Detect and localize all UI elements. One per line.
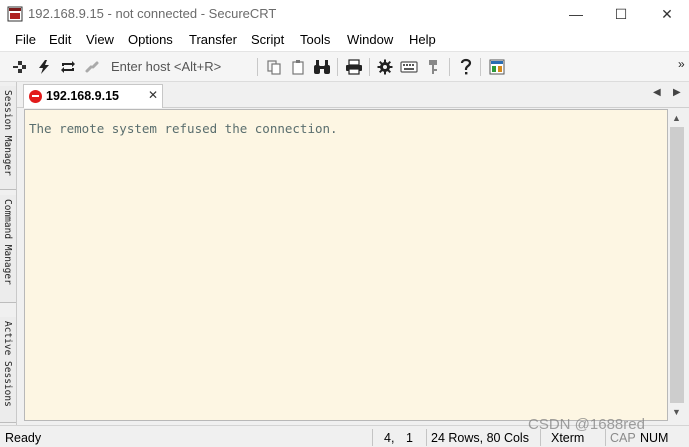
print-icon[interactable]: [344, 57, 364, 77]
quick-connect-host-input[interactable]: Enter host <Alt+R>: [111, 59, 221, 74]
maximize-button[interactable]: ☐: [598, 0, 644, 28]
help-icon[interactable]: [456, 57, 476, 77]
terminal-output-line: The remote system refused the connection…: [29, 121, 338, 136]
menu-bar: File Edit View Options Transfer Script T…: [0, 28, 689, 52]
menu-transfer[interactable]: Transfer: [189, 32, 237, 47]
toolbar: Enter host <Alt+R> »: [0, 52, 689, 82]
terminal-view[interactable]: The remote system refused the connection…: [24, 109, 668, 421]
disconnected-status-icon: [29, 90, 42, 103]
emulation-type: Xterm: [551, 431, 585, 445]
toolbar-separator: [480, 58, 481, 76]
active-sessions-tab[interactable]: Active Sessions: [0, 317, 16, 423]
reconnect-icon[interactable]: [58, 57, 78, 77]
status-ready: Ready: [5, 431, 42, 445]
tab-prev-icon[interactable]: ◀: [653, 87, 661, 98]
status-divider: [426, 429, 427, 446]
sessions-image-icon[interactable]: [487, 57, 507, 77]
session-tab-label: 192.168.9.15: [46, 89, 119, 103]
num-lock-indicator: NUM: [640, 431, 669, 445]
menu-window[interactable]: Window: [347, 32, 393, 47]
terminal-size: 24 Rows, 80 Cols: [431, 431, 529, 445]
toolbar-separator: [369, 58, 370, 76]
minimize-button[interactable]: —: [553, 0, 599, 28]
scroll-thumb[interactable]: [670, 127, 684, 403]
tab-close-icon[interactable]: ✕: [148, 88, 158, 102]
menu-view[interactable]: View: [86, 32, 114, 47]
settings-icon[interactable]: [375, 57, 395, 77]
session-manager-label: Session Manager: [2, 90, 13, 176]
cursor-col: 1: [406, 431, 413, 445]
status-divider: [372, 429, 373, 446]
command-manager-label: Command Manager: [2, 199, 13, 285]
close-button[interactable]: ✕: [644, 0, 689, 28]
connect-in-tab-icon[interactable]: [10, 57, 30, 77]
session-tab[interactable]: 192.168.9.15 ✕: [23, 84, 163, 108]
paste-icon[interactable]: [288, 57, 308, 77]
tab-next-icon[interactable]: ▶: [673, 87, 681, 98]
command-manager-tab[interactable]: Command Manager: [0, 195, 16, 303]
cursor-row: 4,: [384, 431, 395, 445]
terminal-scrollbar[interactable]: ▲ ▼: [668, 109, 686, 421]
toolbar-overflow-button[interactable]: »: [678, 57, 685, 71]
menu-edit[interactable]: Edit: [49, 32, 71, 47]
active-sessions-label: Active Sessions: [2, 321, 13, 407]
side-panel: Session Manager Command Manager Active S…: [0, 82, 17, 425]
securecrt-app-icon: [7, 6, 23, 22]
keymap-icon[interactable]: [399, 57, 419, 77]
disconnect-icon[interactable]: [82, 57, 102, 77]
copy-icon[interactable]: [264, 57, 284, 77]
menu-file[interactable]: File: [15, 32, 36, 47]
caps-lock-indicator: CAP: [610, 431, 636, 445]
session-tab-strip: 192.168.9.15 ✕ ◀ ▶: [17, 82, 689, 108]
menu-tools[interactable]: Tools: [300, 32, 330, 47]
menu-options[interactable]: Options: [128, 32, 173, 47]
find-icon[interactable]: [312, 57, 332, 77]
menu-script[interactable]: Script: [251, 32, 284, 47]
session-manager-tab[interactable]: Session Manager: [0, 86, 16, 190]
toolbar-separator: [257, 58, 258, 76]
toolbar-separator: [449, 58, 450, 76]
lightning-icon[interactable]: [34, 57, 54, 77]
scroll-up-icon[interactable]: ▲: [672, 113, 681, 123]
scroll-down-icon[interactable]: ▼: [672, 407, 681, 417]
toolbar-separator: [337, 58, 338, 76]
window-title: 192.168.9.15 - not connected - SecureCRT: [28, 6, 277, 21]
title-bar: 192.168.9.15 - not connected - SecureCRT…: [0, 0, 689, 28]
menu-help[interactable]: Help: [409, 32, 436, 47]
csdn-watermark: CSDN @1688red: [528, 416, 645, 433]
key-icon[interactable]: [423, 57, 443, 77]
